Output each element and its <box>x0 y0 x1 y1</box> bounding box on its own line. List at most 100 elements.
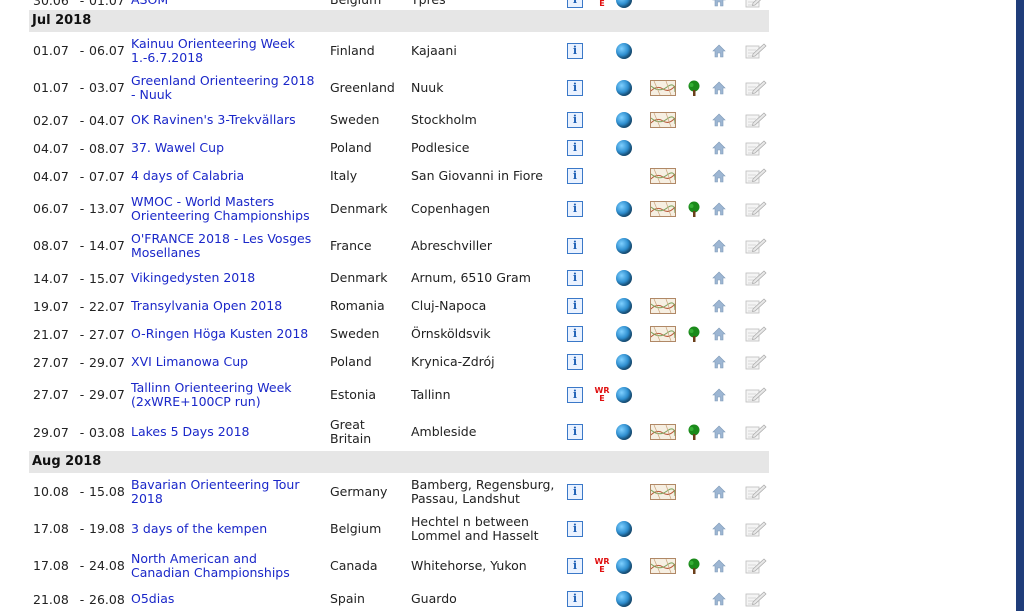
edit-icon[interactable] <box>745 591 767 607</box>
globe-icon[interactable] <box>616 386 632 403</box>
event-name-link[interactable]: Bavarian Orienteering Tour 2018 <box>131 477 319 506</box>
event-name-link[interactable]: O'FRANCE 2018 - Les Vosges Mosellanes <box>131 231 319 260</box>
info-icon[interactable]: i <box>567 168 583 184</box>
event-name-link[interactable]: Lakes 5 Days 2018 <box>131 425 250 439</box>
globe-icon[interactable] <box>616 591 632 607</box>
home-icon[interactable] <box>712 81 726 95</box>
edit-icon[interactable] <box>745 298 767 314</box>
info-icon[interactable]: i <box>567 557 583 574</box>
edit-icon[interactable] <box>745 112 767 128</box>
globe-icon[interactable] <box>616 0 632 8</box>
info-icon[interactable]: i <box>567 237 583 254</box>
tree-icon[interactable] <box>687 558 701 574</box>
globe-icon[interactable] <box>616 237 632 254</box>
home-icon[interactable] <box>712 141 726 155</box>
edit-icon[interactable] <box>745 168 767 184</box>
home-icon[interactable] <box>712 425 726 439</box>
event-name-link[interactable]: WMOC - World Masters Orienteering Champi… <box>131 194 319 223</box>
info-icon[interactable]: i <box>567 298 583 314</box>
tree-icon[interactable] <box>687 201 701 217</box>
map-icon[interactable] <box>650 483 676 500</box>
edit-icon[interactable] <box>745 558 767 574</box>
edit-icon[interactable] <box>745 140 767 156</box>
info-icon[interactable]: i <box>567 140 583 156</box>
tree-icon[interactable] <box>687 326 701 342</box>
home-icon[interactable] <box>712 44 726 58</box>
map-icon[interactable] <box>650 200 676 217</box>
event-name-link[interactable]: OK Ravinen's 3-Trekvällars <box>131 113 296 127</box>
globe-icon[interactable] <box>616 354 632 370</box>
tree-icon[interactable] <box>687 424 701 440</box>
info-icon[interactable]: i <box>567 0 583 8</box>
event-name-link[interactable]: 37. Wawel Cup <box>131 141 224 155</box>
event-name-link[interactable]: Tallinn Orienteering Week (2xWRE+100CP r… <box>131 380 319 409</box>
edit-icon[interactable] <box>745 326 767 342</box>
edit-icon[interactable] <box>745 270 767 286</box>
edit-icon[interactable] <box>745 201 767 217</box>
globe-icon[interactable] <box>616 140 632 156</box>
event-name-link[interactable]: North American and Canadian Championship… <box>131 551 319 580</box>
map-icon[interactable] <box>650 112 676 128</box>
event-name-link[interactable]: O5dias <box>131 592 174 606</box>
home-icon[interactable] <box>712 559 726 573</box>
globe-icon[interactable] <box>616 200 632 217</box>
info-icon[interactable]: i <box>567 520 583 537</box>
globe-icon[interactable] <box>616 520 632 537</box>
home-icon[interactable] <box>712 388 726 402</box>
info-icon[interactable]: i <box>567 591 583 607</box>
map-icon[interactable] <box>650 557 676 574</box>
edit-icon[interactable] <box>745 238 767 254</box>
info-icon[interactable]: i <box>567 386 583 403</box>
info-icon[interactable]: i <box>567 483 583 500</box>
home-icon[interactable] <box>712 202 726 216</box>
globe-icon[interactable] <box>616 112 632 128</box>
edit-icon[interactable] <box>745 521 767 537</box>
globe-icon[interactable] <box>616 326 632 342</box>
event-name-link[interactable]: XVI Limanowa Cup <box>131 355 248 369</box>
home-icon[interactable] <box>712 522 726 536</box>
home-icon[interactable] <box>712 113 726 127</box>
edit-icon[interactable] <box>745 424 767 440</box>
event-name-link[interactable]: Kainuu Orienteering Week 1.-6.7.2018 <box>131 36 319 65</box>
event-name-link[interactable]: 3 days of the kempen <box>131 521 267 536</box>
event-name-link[interactable]: Greenland Orienteering 2018 - Nuuk <box>131 73 319 102</box>
globe-icon[interactable] <box>616 270 632 286</box>
map-icon[interactable] <box>650 424 676 440</box>
edit-icon[interactable] <box>745 484 767 500</box>
globe-icon[interactable] <box>616 298 632 314</box>
home-icon[interactable] <box>712 299 726 313</box>
info-icon[interactable]: i <box>567 79 583 96</box>
event-name-link[interactable]: Transylvania Open 2018 <box>131 299 282 313</box>
event-name-link[interactable]: ASOM <box>131 0 168 7</box>
edit-icon[interactable] <box>745 80 767 96</box>
home-icon[interactable] <box>712 239 726 253</box>
event-name-link[interactable]: Vikingedysten 2018 <box>131 271 255 285</box>
globe-icon[interactable] <box>616 557 632 574</box>
edit-icon[interactable] <box>745 0 767 8</box>
event-name-link[interactable]: 4 days of Calabria <box>131 169 244 183</box>
map-icon[interactable] <box>650 79 676 96</box>
info-icon[interactable]: i <box>567 424 583 440</box>
event-name-link[interactable]: O-Ringen Höga Kusten 2018 <box>131 327 308 341</box>
map-icon[interactable] <box>650 298 676 314</box>
map-icon[interactable] <box>650 326 676 342</box>
home-icon[interactable] <box>712 592 726 606</box>
info-icon[interactable]: i <box>567 42 583 59</box>
info-icon[interactable]: i <box>567 326 583 342</box>
home-icon[interactable] <box>712 169 726 183</box>
map-icon[interactable] <box>650 168 676 184</box>
globe-icon[interactable] <box>616 424 632 440</box>
home-icon[interactable] <box>712 0 726 7</box>
info-icon[interactable]: i <box>567 270 583 286</box>
tree-icon[interactable] <box>687 80 701 96</box>
home-icon[interactable] <box>712 355 726 369</box>
home-icon[interactable] <box>712 327 726 341</box>
edit-icon[interactable] <box>745 354 767 370</box>
edit-icon[interactable] <box>745 43 767 59</box>
info-icon[interactable]: i <box>567 354 583 370</box>
globe-icon[interactable] <box>616 42 632 59</box>
home-icon[interactable] <box>712 271 726 285</box>
info-icon[interactable]: i <box>567 200 583 217</box>
home-icon[interactable] <box>712 485 726 499</box>
globe-icon[interactable] <box>616 79 632 96</box>
